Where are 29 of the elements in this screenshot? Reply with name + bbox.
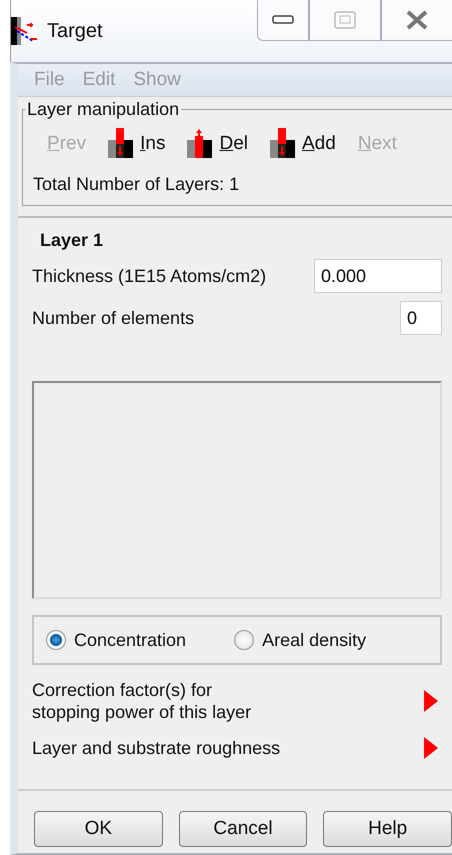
thickness-field[interactable]: 0.000	[314, 259, 442, 293]
close-icon	[405, 10, 429, 30]
elements-label: Number of elements	[32, 308, 194, 328]
dialog-button[interactable]: OK	[34, 811, 163, 847]
window-title: Target	[47, 20, 103, 42]
app-icon	[11, 17, 39, 45]
layer-button[interactable]: Ins	[104, 128, 170, 160]
minimize-icon	[272, 15, 294, 25]
layer-icon	[270, 128, 296, 160]
thickness-label: Thickness (1E15 Atoms/cm2)	[32, 266, 266, 286]
layer-button[interactable]: Del	[183, 128, 252, 160]
layer-count: Total Number of Layers: 1	[33, 174, 240, 195]
mode-radio[interactable]: Areal density	[234, 630, 366, 650]
group-title: Layer manipulation	[26, 99, 180, 120]
section-label: Layer and substrate roughness	[32, 737, 280, 759]
expand-arrow-icon[interactable]	[424, 737, 438, 759]
layer-icon	[108, 128, 134, 160]
dialog-button[interactable]: Help	[323, 811, 452, 847]
dialog-button[interactable]: Cancel	[178, 811, 308, 847]
layer-title: Layer 1	[40, 230, 104, 251]
layer-icon	[187, 128, 214, 160]
section-label: Correction factor(s) for stopping power of this layer	[32, 679, 252, 723]
expand-arrow-icon[interactable]	[424, 690, 438, 712]
elements-field[interactable]: 0	[400, 301, 442, 335]
layer-button[interactable]: Add	[266, 128, 340, 160]
mode-radio[interactable]: Concentration	[46, 630, 186, 650]
close-button[interactable]	[381, 0, 452, 41]
maximize-icon	[334, 11, 356, 29]
minimize-button[interactable]	[257, 0, 309, 41]
